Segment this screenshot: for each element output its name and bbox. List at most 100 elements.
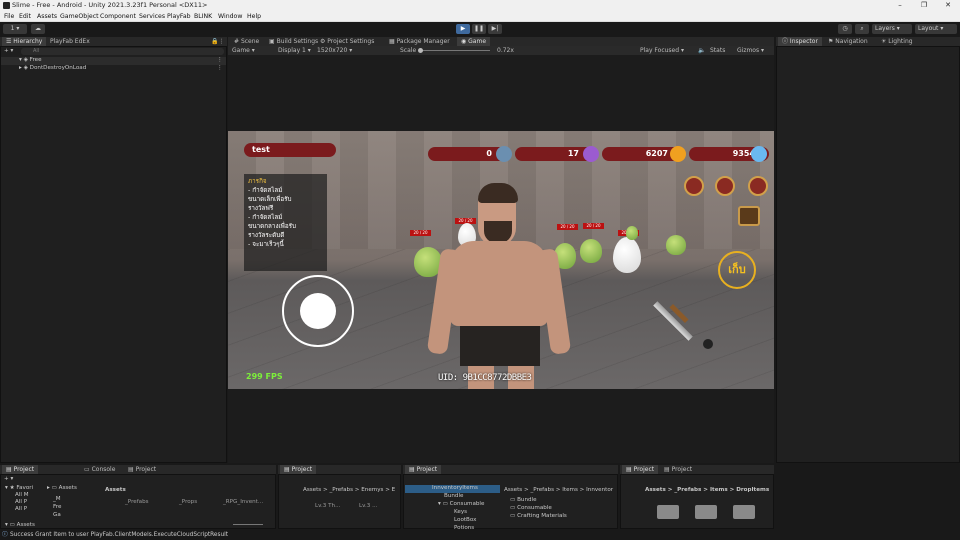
favorites-item[interactable]: ▾ ★ Favori <box>5 485 33 491</box>
menu-component[interactable]: Component <box>100 11 136 22</box>
scale-slider[interactable] <box>420 50 490 51</box>
layout-dropdown[interactable]: Layout ▾ <box>915 24 957 34</box>
asset-folder[interactable]: _RPG_Invent... <box>223 499 263 505</box>
tab-game[interactable]: ◉ Game <box>457 37 491 46</box>
tab-build-settings[interactable]: ▣ Build Settings <box>265 37 322 46</box>
folder-item[interactable]: ▭ Crafting Materials <box>510 513 567 519</box>
tree-item[interactable]: Bundle <box>444 493 463 499</box>
game-mode-dropdown[interactable]: Game ▾ <box>228 46 259 55</box>
tab-project[interactable]: ▤ Project <box>660 465 696 474</box>
assets-root[interactable]: ▾ ▭ Assets <box>5 522 35 528</box>
tab-project-settings[interactable]: ⚙ Project Settings <box>316 37 378 46</box>
tab-navigation[interactable]: ⚑ Navigation <box>824 37 872 46</box>
pause-button[interactable]: ❚❚ <box>472 24 486 34</box>
tab-project[interactable]: ▤ Project <box>405 465 442 474</box>
step-button[interactable]: ▶| <box>488 24 502 34</box>
menu-help[interactable]: Help <box>247 11 261 22</box>
project-folder[interactable]: ▸ ▭ Assets <box>47 485 77 491</box>
collect-button[interactable]: เก็บ <box>718 251 756 289</box>
scale-slider-handle[interactable] <box>418 48 423 53</box>
project-panel-4: Assets > _Prefabs > Items > DropItems <box>620 474 774 529</box>
menu-services[interactable]: Services <box>139 11 165 22</box>
tab-project[interactable]: ▤ Project <box>2 465 39 474</box>
menu-playfab[interactable]: PlayFab <box>167 11 191 22</box>
maximize-icon[interactable]: ❐ <box>917 0 931 11</box>
tree-item[interactable]: Keys <box>454 509 467 515</box>
folder-icon[interactable] <box>695 505 717 519</box>
lock-icon[interactable]: 🔒⋮ <box>207 37 228 46</box>
favorites-item[interactable]: All P <box>15 506 27 512</box>
slime-enemy[interactable] <box>626 226 638 240</box>
settings-button[interactable] <box>748 176 768 196</box>
project-folder[interactable]: Fre <box>53 504 61 510</box>
slime-enemy[interactable] <box>580 239 602 263</box>
menu-edit[interactable]: Edit <box>19 11 31 22</box>
folder-item[interactable]: ▭ Consumable <box>510 505 552 511</box>
display-dropdown[interactable]: Display 1 ▾ <box>274 46 315 55</box>
egg-enemy[interactable] <box>613 237 641 273</box>
hierarchy-item[interactable]: ▾ ◈ Free <box>19 57 42 63</box>
asset-folder[interactable]: _Prefabs <box>125 499 149 505</box>
play-focused-dropdown[interactable]: Play Focused ▾ <box>636 46 688 55</box>
project-folder[interactable]: _M <box>53 496 61 502</box>
tab-project[interactable]: ▤ Project <box>280 465 317 474</box>
hierarchy-search-input[interactable]: All <box>21 48 224 55</box>
project-folder[interactable]: Ga <box>53 512 61 518</box>
resolution-dropdown[interactable]: 1520x720 ▾ <box>313 46 356 55</box>
tab-package-manager[interactable]: ▦ Package Manager <box>385 37 454 46</box>
search-icon[interactable]: ⌕ <box>855 24 869 34</box>
history-icon[interactable]: ◷ <box>838 24 852 34</box>
tab-hierarchy[interactable]: ☰ Hierarchy <box>2 37 47 46</box>
slime-enemy[interactable] <box>666 235 686 255</box>
menu-file[interactable]: File <box>4 11 14 22</box>
asset-folder[interactable]: _Props <box>179 499 197 505</box>
tab-project[interactable]: ▤ Project <box>124 465 160 474</box>
icon-size-slider[interactable] <box>233 524 263 525</box>
add-icon[interactable]: + ▾ <box>4 48 13 54</box>
menu-assets[interactable]: Assets <box>37 11 57 22</box>
mission-line: - จะมาเร็วๆนี้ <box>248 241 284 248</box>
breadcrumb[interactable]: Assets > _Prefabs > Items > Innventor <box>504 487 613 493</box>
menu-window[interactable]: Window <box>218 11 242 22</box>
cloud-icon[interactable]: ☁ <box>31 24 45 34</box>
stats-button[interactable]: Stats <box>706 46 729 55</box>
more-icon[interactable]: ⋮ <box>217 65 223 71</box>
play-button[interactable]: ▶ <box>456 24 470 34</box>
breadcrumb[interactable]: Assets > _Prefabs > Enemys > E <box>303 487 395 493</box>
more-icon[interactable]: ⋮ <box>217 57 223 63</box>
breadcrumb[interactable]: Assets > _Prefabs > Items > DropItems <box>645 487 769 493</box>
menu-blink[interactable]: BLINK <box>194 11 212 22</box>
favorites-item[interactable]: All M <box>15 492 29 498</box>
folder-icon[interactable] <box>733 505 755 519</box>
chest-icon[interactable] <box>738 206 760 226</box>
tab-inspector[interactable]: ⓘ Inspector <box>778 37 822 46</box>
add-icon[interactable]: + ▾ <box>4 476 13 482</box>
mission-line: ขนาดกลางเพื่อรับ <box>248 223 296 230</box>
favorites-item[interactable]: All P <box>15 499 27 505</box>
tree-item[interactable]: InnventoryItems <box>432 485 478 491</box>
minimize-icon[interactable]: – <box>893 0 907 11</box>
shop-button[interactable] <box>715 176 735 196</box>
tree-item[interactable]: ▾ ▭ Consumable <box>438 501 484 507</box>
game-viewport[interactable]: test 0 17 6207 9354 เก็บ ภารกิจ - กำจัดส… <box>228 131 774 389</box>
tab-playfab-edex[interactable]: PlayFab EdEx <box>46 37 94 46</box>
tree-item[interactable]: LootBox <box>454 517 476 523</box>
account-dropdown[interactable]: 1 ▾ <box>3 24 27 34</box>
menu-gameobject[interactable]: GameObject <box>60 11 99 22</box>
tab-console[interactable]: ▭ Console <box>80 465 119 474</box>
asset-item[interactable]: Lv.3 Th... <box>315 503 340 509</box>
close-icon[interactable]: ✕ <box>941 0 955 11</box>
folder-icon[interactable] <box>657 505 679 519</box>
joystick-knob[interactable] <box>300 293 336 329</box>
reward-button[interactable] <box>684 176 704 196</box>
tab-project[interactable]: ▤ Project <box>622 465 659 474</box>
hierarchy-item[interactable]: ▸ ◈ DontDestroyOnLoad <box>19 65 86 71</box>
folder-item[interactable]: ▭ Bundle <box>510 497 537 503</box>
tab-scene[interactable]: # Scene <box>230 37 263 46</box>
layers-dropdown[interactable]: Layers ▾ <box>872 24 912 34</box>
tab-lighting[interactable]: ☀ Lighting <box>877 37 917 46</box>
breadcrumb[interactable]: Assets <box>105 487 126 493</box>
status-message[interactable]: Success Grant Item to user PlayFab.Clien… <box>10 532 228 538</box>
asset-item[interactable]: Lv.3 ... <box>359 503 377 509</box>
gizmos-dropdown[interactable]: Gizmos ▾ <box>733 46 768 55</box>
